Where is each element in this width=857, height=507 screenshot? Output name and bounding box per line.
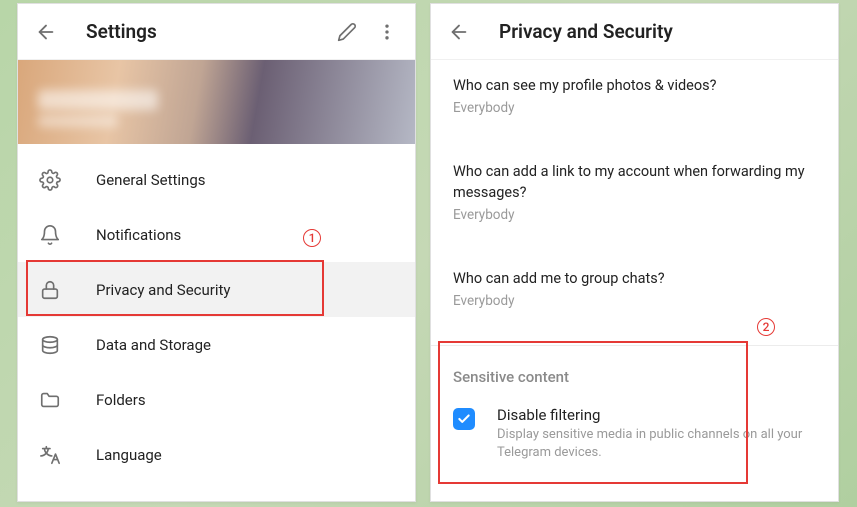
privacy-question: Who can see my profile photos & videos? — [453, 76, 816, 96]
privacy-item-profile-photos[interactable]: Who can see my profile photos & videos? … — [431, 60, 838, 146]
privacy-item-group-chats[interactable]: Who can add me to group chats? Everybody — [431, 253, 838, 339]
arrow-left-icon — [448, 21, 470, 43]
disable-filtering-checkbox[interactable] — [453, 408, 475, 430]
more-button[interactable] — [367, 12, 407, 52]
settings-header: Settings — [18, 4, 415, 60]
edit-button[interactable] — [327, 12, 367, 52]
menu-label: Notifications — [96, 226, 181, 244]
language-icon — [38, 443, 62, 467]
back-button[interactable] — [439, 12, 479, 52]
privacy-answer: Everybody — [453, 207, 816, 223]
disk-icon — [38, 333, 62, 357]
privacy-answer: Everybody — [453, 100, 816, 116]
menu-folders[interactable]: Folders — [18, 372, 415, 427]
menu-general-settings[interactable]: General Settings — [18, 152, 415, 207]
disable-filtering-title: Disable filtering — [497, 406, 816, 424]
sensitive-content-title: Sensitive content — [431, 346, 838, 396]
back-button[interactable] — [26, 12, 66, 52]
settings-title: Settings — [86, 20, 327, 43]
bell-icon — [38, 223, 62, 247]
disable-filtering-label: Disable filtering Display sensitive medi… — [497, 406, 816, 461]
disable-filtering-sub: Display sensitive media in public channe… — [497, 426, 816, 461]
menu-label: Privacy and Security — [96, 281, 231, 299]
check-icon — [457, 412, 471, 426]
menu-language[interactable]: Language — [18, 427, 415, 482]
privacy-answer: Everybody — [453, 293, 816, 309]
settings-menu: General Settings Notifications Privacy a… — [18, 144, 415, 482]
disable-filtering-row[interactable]: Disable filtering Display sensitive medi… — [431, 396, 838, 483]
privacy-panel: Privacy and Security Who can see my prof… — [430, 3, 839, 502]
menu-label: Language — [96, 446, 162, 464]
privacy-item-forward-link[interactable]: Who can add a link to my account when fo… — [431, 146, 838, 253]
gear-icon — [38, 168, 62, 192]
settings-panel: Settings General Settings Notifications … — [17, 3, 416, 502]
menu-data-storage[interactable]: Data and Storage — [18, 317, 415, 372]
pencil-icon — [337, 22, 357, 42]
menu-label: Data and Storage — [96, 336, 211, 354]
more-vertical-icon — [377, 22, 397, 42]
arrow-left-icon — [35, 21, 57, 43]
folder-icon — [38, 388, 62, 412]
privacy-question: Who can add a link to my account when fo… — [453, 162, 816, 203]
lock-icon — [38, 278, 62, 302]
menu-label: Folders — [96, 391, 146, 409]
profile-banner[interactable] — [18, 60, 415, 144]
menu-privacy-security[interactable]: Privacy and Security — [18, 262, 415, 317]
menu-label: General Settings — [96, 171, 206, 189]
privacy-question: Who can add me to group chats? — [453, 269, 816, 289]
privacy-header: Privacy and Security — [431, 4, 838, 60]
menu-notifications[interactable]: Notifications — [18, 207, 415, 262]
privacy-title: Privacy and Security — [499, 20, 830, 43]
